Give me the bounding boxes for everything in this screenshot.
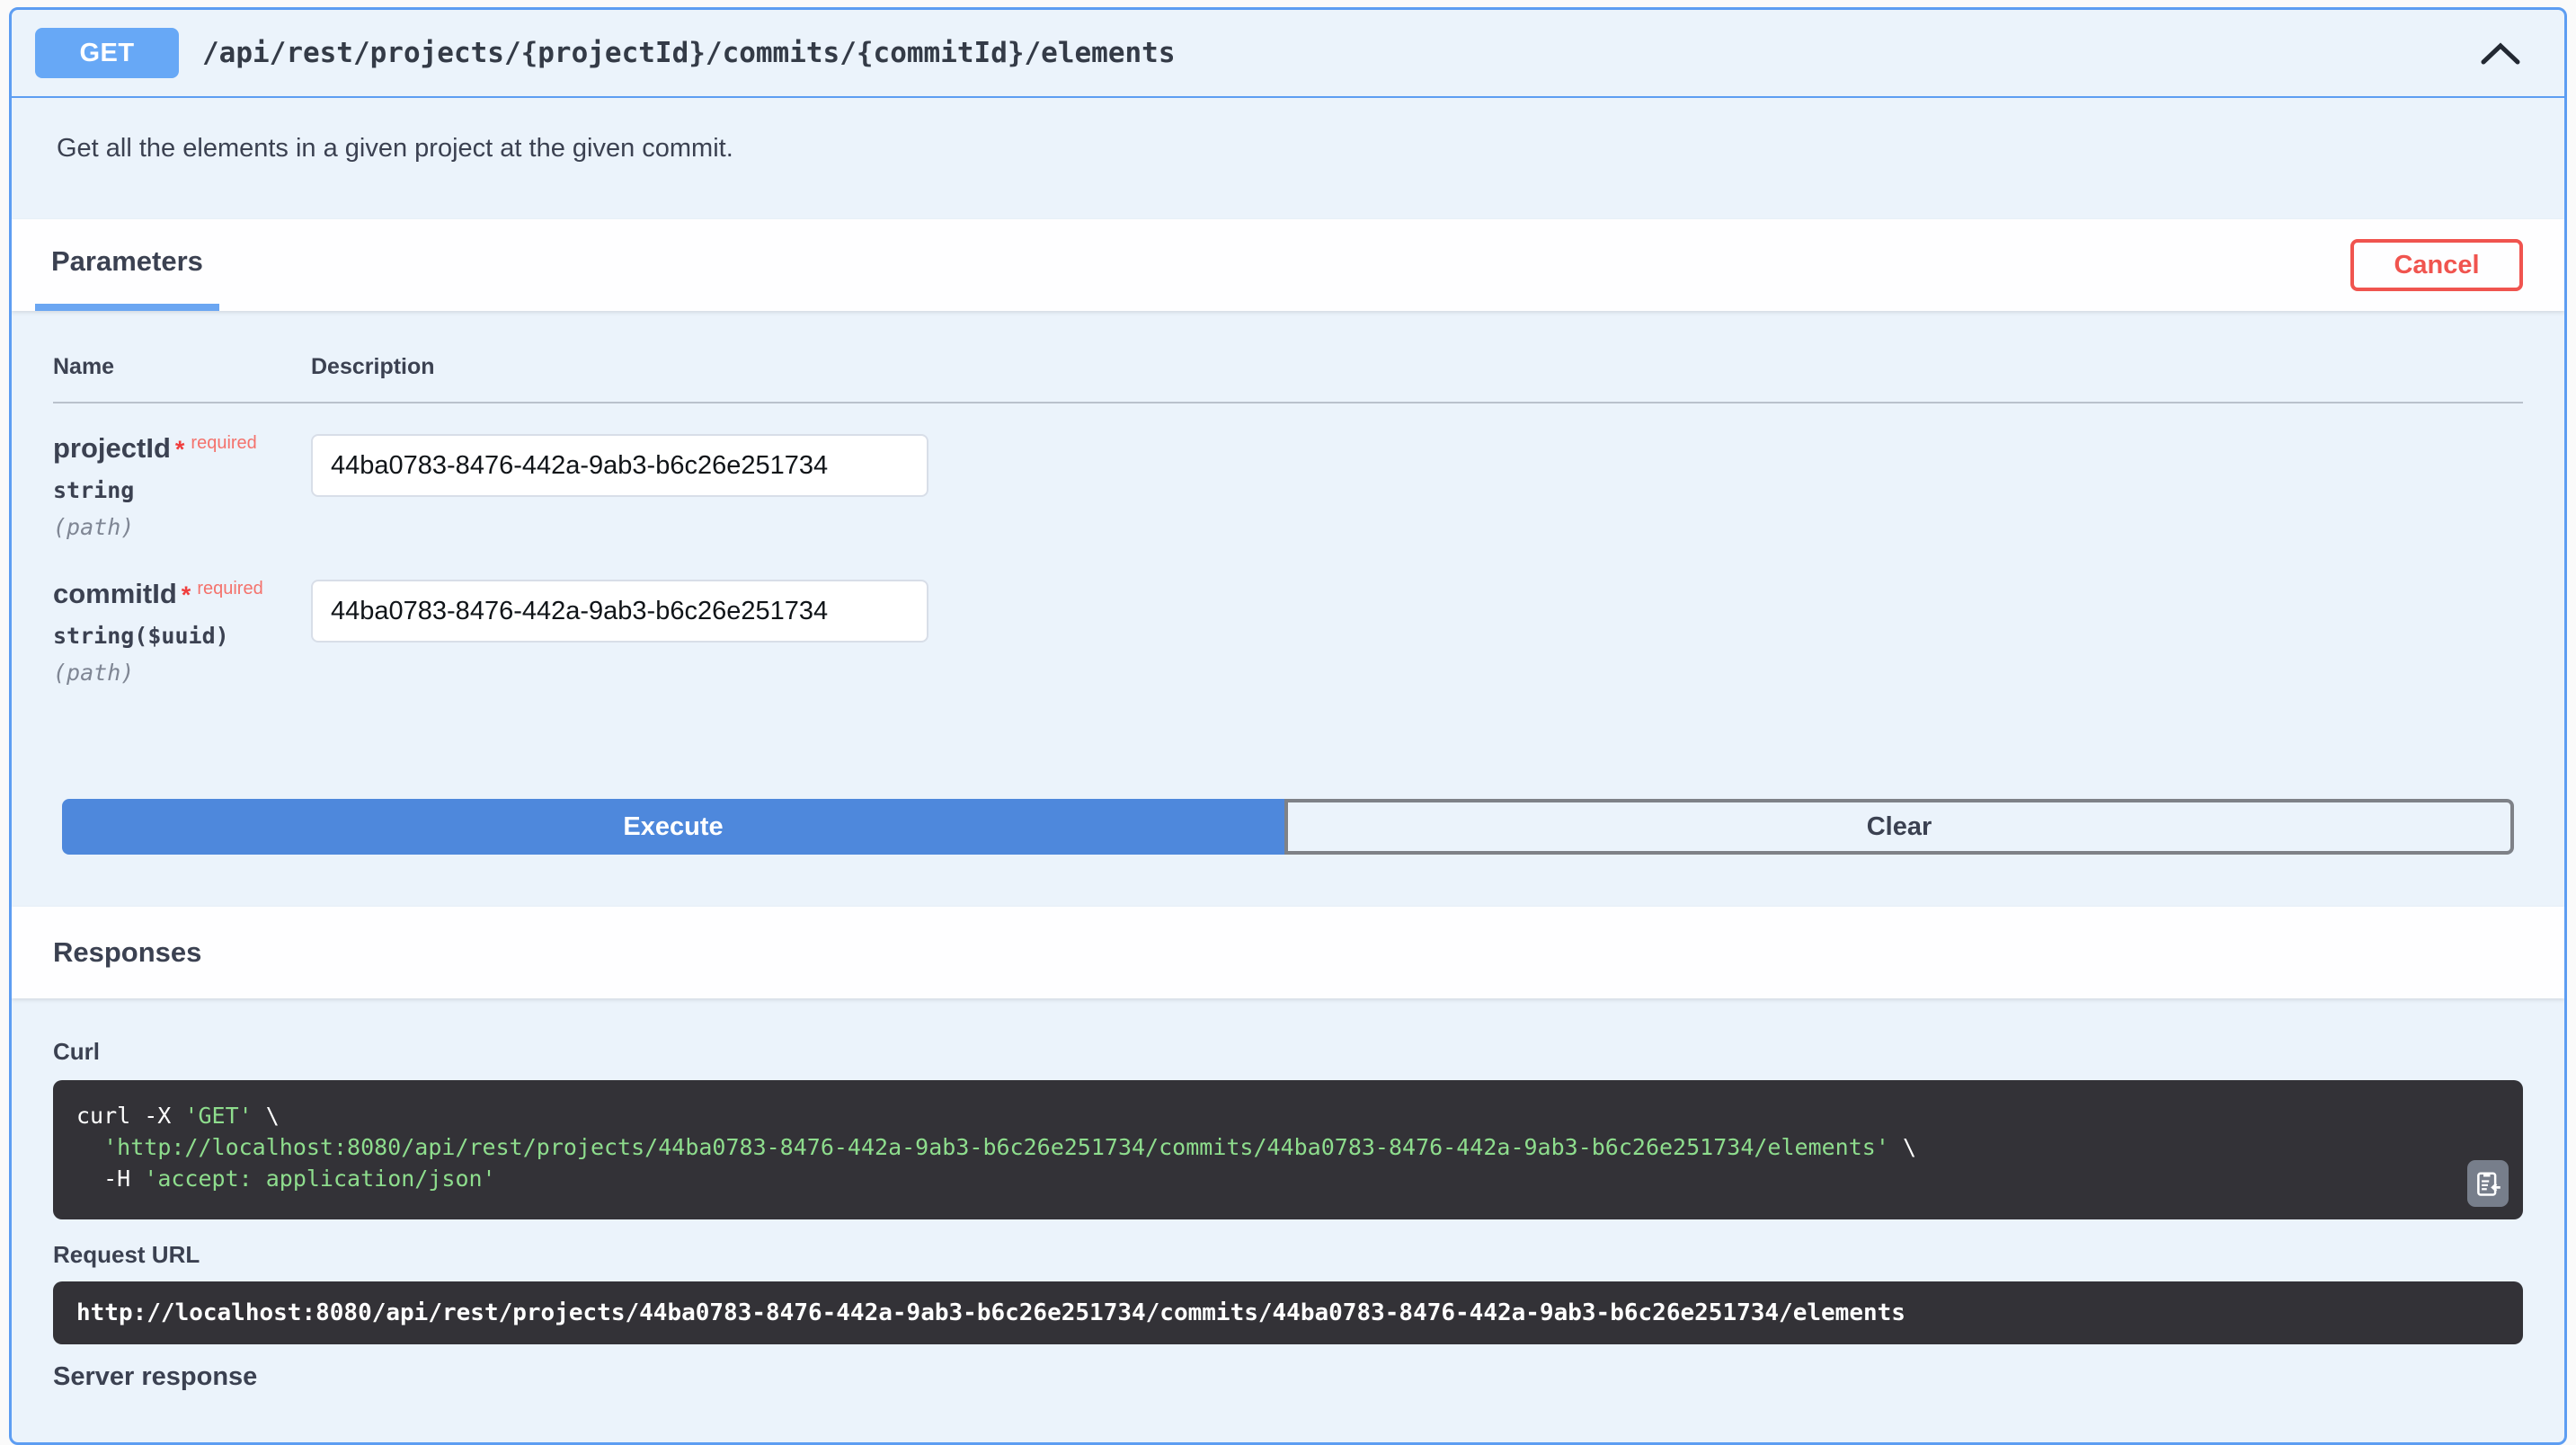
responses-section-header: Responses [12, 907, 2564, 998]
parameter-value-cell [311, 580, 2523, 643]
request-url-label: Request URL [53, 1241, 2523, 1269]
parameter-value-cell [311, 434, 2523, 497]
curl-text [76, 1134, 103, 1160]
chevron-up-icon [2480, 41, 2521, 66]
parameter-location: (path) [53, 514, 311, 540]
operation-description: Get all the elements in a given project … [12, 98, 2564, 219]
curl-string: 'accept: application/json' [144, 1166, 495, 1192]
copy-to-clipboard-button[interactable] [2467, 1160, 2509, 1207]
curl-label: Curl [53, 1038, 2523, 1066]
required-label: required [191, 433, 256, 453]
responses-body: Curl curl -X 'GET' \ 'http://localhost:8… [12, 998, 2564, 1392]
operation-summary-bar[interactable]: GET /api/rest/projects/{projectId}/commi… [12, 10, 2564, 98]
parameter-type: string [53, 477, 311, 503]
parameter-row-commitid: commitId* required string($uuid) (path) [53, 580, 2523, 686]
curl-text: -H [76, 1166, 144, 1192]
curl-string: 'GET' [184, 1103, 252, 1129]
commitid-input[interactable] [311, 580, 928, 643]
request-url-value: http://localhost:8080/api/rest/projects/… [53, 1281, 2523, 1344]
parameters-section-header: Parameters Cancel [12, 219, 2564, 311]
parameter-location: (path) [53, 660, 311, 686]
parameter-name: commitId [53, 578, 177, 609]
column-header-description: Description [311, 354, 2523, 380]
parameter-name-line: projectId* required [53, 434, 311, 462]
endpoint-path: /api/rest/projects/{projectId}/commits/{… [202, 37, 1176, 69]
parameter-type: string($uuid) [53, 623, 311, 649]
required-star: * [175, 436, 185, 463]
parameter-name: projectId [53, 432, 171, 464]
projectid-input[interactable] [311, 434, 928, 497]
http-method-badge: GET [35, 28, 179, 78]
required-star: * [182, 581, 191, 608]
collapse-operation-button[interactable] [2473, 34, 2528, 73]
curl-text: \ [1889, 1134, 1916, 1160]
operation-block-get: GET /api/rest/projects/{projectId}/commi… [9, 7, 2567, 1445]
parameter-name-line: commitId* required [53, 580, 311, 607]
clear-button[interactable]: Clear [1284, 799, 2514, 855]
curl-line-3: -H 'accept: application/json' [76, 1163, 2500, 1194]
curl-line-2: 'http://localhost:8080/api/rest/projects… [76, 1131, 2500, 1163]
curl-command-block: curl -X 'GET' \ 'http://localhost:8080/a… [53, 1080, 2523, 1219]
cancel-button[interactable]: Cancel [2350, 239, 2523, 291]
curl-text: curl -X [76, 1103, 184, 1129]
curl-line-1: curl -X 'GET' \ [76, 1100, 2500, 1131]
column-header-name: Name [53, 354, 311, 380]
parameter-meta: commitId* required string($uuid) (path) [53, 580, 311, 686]
clipboard-icon [2474, 1168, 2501, 1199]
parameter-row-projectid: projectId* required string (path) [53, 403, 2523, 540]
responses-heading: Responses [53, 936, 201, 969]
curl-string: 'http://localhost:8080/api/rest/projects… [103, 1134, 1889, 1160]
execute-button[interactable]: Execute [62, 799, 1284, 855]
tab-parameters[interactable]: Parameters [35, 219, 219, 311]
parameters-table-header: Name Description [53, 354, 2523, 403]
required-label: required [197, 579, 262, 598]
parameters-table: Name Description projectId*required stri… [12, 311, 2564, 686]
curl-text: \ [253, 1103, 280, 1129]
parameter-meta: projectId* required string (path) [53, 434, 311, 540]
server-response-heading: Server response [53, 1362, 2523, 1392]
execute-button-group: Execute Clear [62, 799, 2514, 855]
